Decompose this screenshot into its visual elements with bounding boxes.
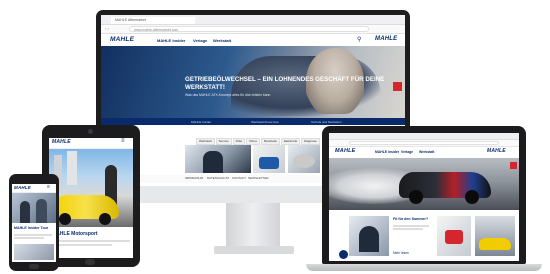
search-icon[interactable]: ⚲	[357, 36, 361, 43]
nav-item-insider[interactable]: MAHLE Insider	[157, 38, 185, 43]
text-line	[393, 225, 429, 227]
person-figure	[36, 199, 47, 223]
text-line	[14, 237, 44, 239]
nav-item-werkstatt[interactable]: Werkstatt	[213, 38, 231, 43]
building-shape	[67, 151, 77, 185]
tag[interactable]: Klima	[246, 138, 260, 145]
laptop-hero-image[interactable]	[329, 158, 519, 210]
strip-item[interactable]: Technik und Neuheiten	[311, 120, 342, 124]
browser-tab-bar	[329, 133, 519, 140]
card-image-product	[445, 230, 463, 244]
article-card[interactable]	[437, 216, 471, 256]
article-card[interactable]	[185, 145, 251, 173]
footer-link[interactable]: IMPRESSUM	[185, 176, 203, 180]
phone-home-button	[29, 264, 39, 269]
menu-icon[interactable]: ≡	[121, 138, 125, 144]
tag[interactable]: Elektronik	[281, 138, 301, 145]
laptop-base	[306, 264, 542, 271]
article-card[interactable]	[349, 216, 389, 256]
tag[interactable]: Motorteile	[260, 138, 280, 145]
footer-link[interactable]: NEWSLETTER	[248, 176, 269, 180]
text-line	[52, 240, 130, 242]
category-strip: MAHLE Insider Werkstatt-Know-how Technik…	[101, 118, 405, 125]
card-image-product	[259, 157, 279, 169]
browser-address-bar	[329, 140, 519, 147]
nav-item-werkstatt[interactable]: Werkstatt	[419, 150, 434, 154]
tablet-camera	[88, 129, 93, 134]
monitor-foot	[214, 246, 294, 254]
bookmark-icon[interactable]	[339, 250, 348, 259]
wheel	[465, 190, 479, 204]
text-line	[14, 234, 52, 236]
tag[interactable]: Service	[215, 138, 232, 145]
card-image-person	[203, 151, 223, 173]
site-header: MAHLE MAHLE Insider Verlage Werkstatt ⚲ …	[101, 34, 405, 46]
tablet-header: MAHLE ≡	[49, 138, 133, 149]
teaser-title[interactable]: Fit für den Sommer?	[393, 217, 433, 221]
chat-icon[interactable]	[393, 82, 402, 91]
nav-item-verlage[interactable]: Verlage	[401, 150, 413, 154]
tablet-hero-image[interactable]	[49, 149, 133, 227]
url-field[interactable]	[349, 141, 499, 145]
wheel	[59, 213, 71, 225]
nav-item-verlage[interactable]: Verlage	[193, 38, 207, 43]
menu-icon[interactable]: ≡	[47, 184, 50, 190]
card-image-part	[293, 154, 315, 168]
article-card[interactable]	[288, 145, 320, 173]
browser-tab[interactable]: MAHLE Aftermarket	[111, 17, 195, 24]
tag[interactable]: Filter	[232, 138, 246, 145]
card-image-car	[479, 238, 511, 250]
tag-cloud: Werkstatt Service Filter Klima Motorteile Ele…	[196, 129, 336, 163]
phone-hero-image[interactable]	[12, 193, 56, 223]
hero-subtitle: Was das MAHLE ATX-Konzept alles für dich…	[185, 93, 271, 97]
tag[interactable]: Werkstatt	[196, 138, 215, 145]
chat-icon[interactable]	[510, 162, 517, 169]
strip-item[interactable]: MAHLE Insider	[191, 120, 211, 124]
phone-screen: MAHLE ≡ MAHLE Insider Tour	[12, 184, 56, 262]
card-image-person	[359, 226, 379, 252]
nav-item-insider[interactable]: MAHLE Insider	[375, 150, 399, 154]
mahle-logo[interactable]: MAHLE	[14, 185, 31, 190]
mahle-logo-right: MAHLE	[375, 36, 398, 42]
browser-tab-bar: MAHLE Aftermarket	[101, 15, 405, 25]
phone-card-image[interactable]	[14, 244, 54, 260]
strip-item[interactable]: Werkstatt-Know-how	[251, 120, 279, 124]
mahle-logo[interactable]: MAHLE	[52, 139, 71, 145]
phone-headline: MAHLE Insider Tour	[14, 226, 49, 230]
wheel	[99, 213, 111, 225]
monitor-stand	[226, 203, 280, 248]
wheel	[409, 190, 423, 204]
text-line	[52, 244, 112, 246]
mahle-logo-right: MAHLE	[487, 148, 506, 154]
tag[interactable]: Diagnose	[301, 138, 320, 145]
mahle-logo[interactable]: MAHLE	[335, 148, 356, 154]
browser-address-bar: ‹ › www.mahle-aftermarket.com	[101, 25, 405, 34]
article-card[interactable]	[475, 216, 515, 256]
tablet-home-button	[85, 259, 95, 265]
article-card[interactable]	[253, 145, 285, 173]
back-icon[interactable]: ‹ ›	[105, 26, 109, 32]
mahle-logo[interactable]: MAHLE	[110, 36, 134, 43]
laptop-screen: MAHLE MAHLE Insider Verlage Werkstatt MA…	[329, 133, 519, 261]
url-field[interactable]: www.mahle-aftermarket.com	[129, 26, 369, 32]
hero-banner[interactable]: Getriebeölwechsel – ein lohnendes Geschä…	[101, 46, 405, 118]
site-header: MAHLE MAHLE Insider Verlage Werkstatt MA…	[329, 147, 519, 157]
text-line	[393, 228, 423, 230]
footer-link[interactable]: DATENSCHUTZ	[207, 176, 229, 180]
phone-header: MAHLE ≡	[12, 184, 56, 193]
tablet-screen: MAHLE ≡ MAHLE Motorsport	[49, 138, 133, 258]
footer-link[interactable]: KONTAKT	[232, 176, 246, 180]
read-more-link[interactable]: Mehr lesen	[393, 251, 409, 255]
hero-title: Getriebeölwechsel – ein lohnendes Geschä…	[185, 76, 385, 91]
person-figure	[20, 201, 30, 223]
